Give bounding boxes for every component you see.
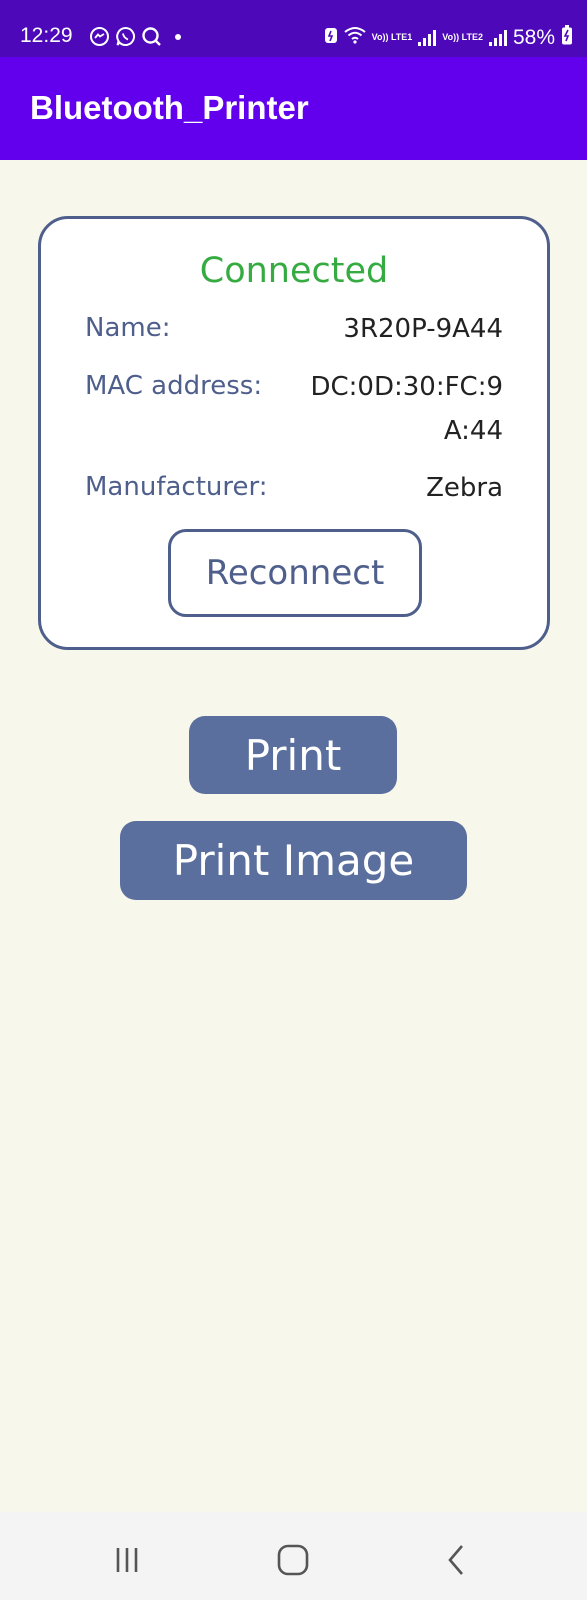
connection-status: Connected xyxy=(199,251,389,291)
navigation-bar xyxy=(0,1512,587,1600)
status-bar: 12:29 Vo)) LTE1 Vo)) LTE2 58% xyxy=(0,0,587,57)
whatsapp-icon xyxy=(115,26,136,47)
home-icon[interactable] xyxy=(273,1542,313,1578)
name-value: 3R20P-9A44 xyxy=(343,314,503,344)
mac-address-line-2: A:44 xyxy=(443,416,503,446)
status-right: Vo)) LTE1 Vo)) LTE2 58% xyxy=(324,25,573,50)
mac-address-line-1: DC:0D:30:FC:9 xyxy=(310,372,503,402)
messenger-icon xyxy=(89,26,110,47)
search-icon xyxy=(141,26,162,47)
wifi-icon xyxy=(344,26,366,49)
printer-info-card: Connected Name: 3R20P-9A44 MAC address: … xyxy=(38,216,550,650)
battery-charging-icon xyxy=(561,25,573,50)
recent-apps-icon[interactable] xyxy=(107,1542,147,1578)
name-label: Name: xyxy=(85,313,171,343)
manufacturer-label: Manufacturer: xyxy=(85,472,268,502)
network-2-label: Vo)) LTE2 xyxy=(442,32,483,42)
app-title: Bluetooth_Printer xyxy=(30,89,309,126)
app-bar: Bluetooth_Printer xyxy=(0,57,587,160)
notification-icons xyxy=(89,26,181,47)
mac-address-label: MAC address: xyxy=(85,371,263,401)
network-1-label: Vo)) LTE1 xyxy=(371,32,413,42)
manufacturer-value: Zebra xyxy=(426,473,503,503)
print-image-button[interactable]: Print Image xyxy=(120,821,467,900)
reconnect-button[interactable]: Reconnect xyxy=(168,529,422,617)
status-time: 12:29 xyxy=(20,24,73,47)
battery-saver-icon xyxy=(324,26,338,49)
mac-address-value: DC:0D:30:FC:9 A:44 xyxy=(310,365,503,453)
signal-2-icon xyxy=(488,29,507,46)
more-notifications-dot xyxy=(175,33,181,40)
back-icon[interactable] xyxy=(437,1542,477,1578)
battery-percent: 58% xyxy=(512,25,555,49)
signal-1-icon xyxy=(418,29,437,46)
print-button[interactable]: Print xyxy=(189,716,397,794)
